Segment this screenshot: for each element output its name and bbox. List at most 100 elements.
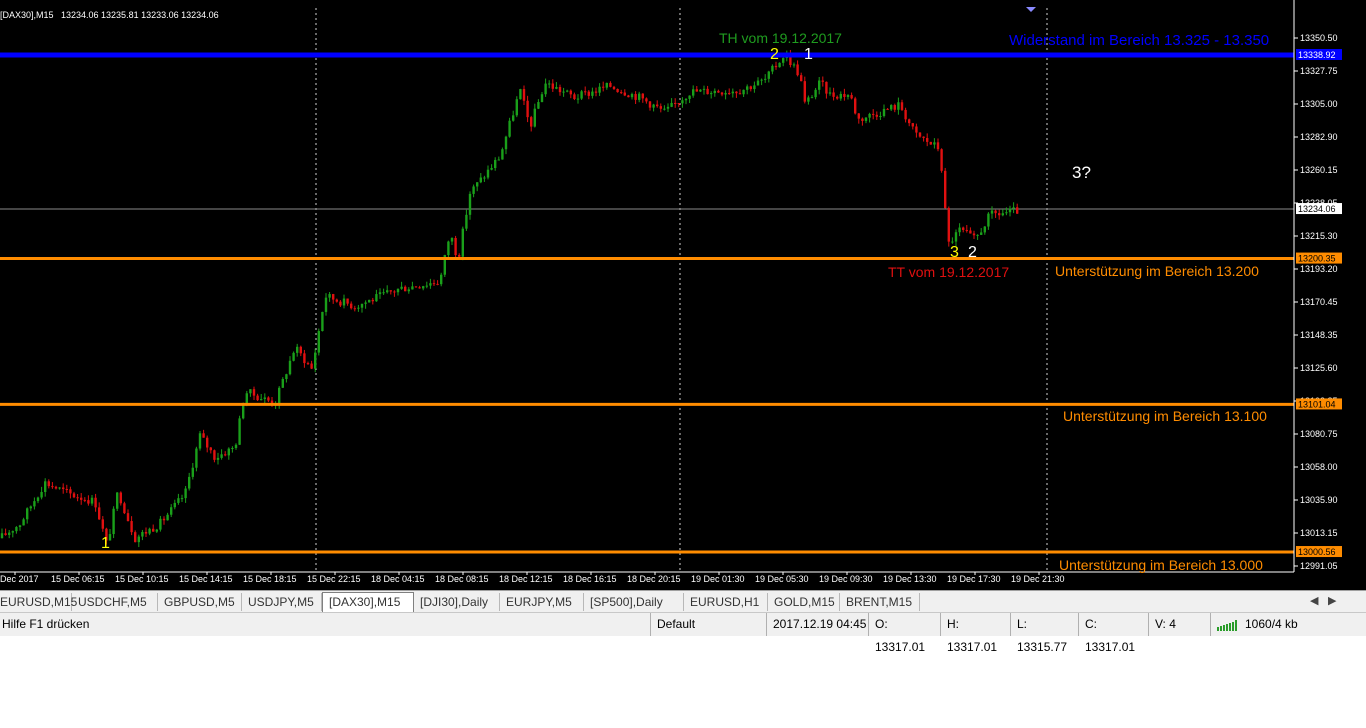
candle-body — [688, 95, 691, 99]
candle-body — [749, 86, 752, 90]
candle-body — [774, 65, 778, 68]
candle-body — [656, 104, 659, 107]
candle-body — [911, 123, 914, 127]
candle-body — [166, 514, 169, 521]
chart-tab[interactable]: BRENT,M15 — [840, 593, 920, 611]
candle-body — [677, 103, 680, 105]
candle-body — [422, 286, 425, 289]
price-tick-label: 13305.00 — [1300, 99, 1338, 109]
support-13100-annotation: Unterstützung im Bereich 13.100 — [1063, 408, 1267, 424]
chart-tab[interactable]: USDJPY,M5 — [242, 593, 322, 611]
candle-body — [400, 286, 403, 289]
candle-body — [360, 303, 364, 308]
tab-scroll-right-icon[interactable]: ▶ — [1328, 594, 1336, 607]
candle-body — [152, 528, 155, 532]
candle-body — [627, 95, 630, 98]
chart-tab[interactable]: GBPUSD,M5 — [158, 593, 242, 611]
tab-scroll-left-icon[interactable]: ◀ — [1310, 594, 1318, 607]
chart-tab[interactable]: EURUSD,H1 — [684, 593, 768, 611]
candle-body — [393, 291, 396, 293]
status-traffic[interactable]: 1060/4 kb — [1210, 613, 1366, 636]
status-datetime: 2017.12.19 04:45 — [766, 613, 868, 636]
chart-tab[interactable]: GOLD,M15 — [768, 593, 840, 611]
wave-label-top-2: 2 — [770, 46, 779, 63]
candle-body — [573, 94, 576, 100]
candle-body — [198, 433, 202, 449]
candle-body — [191, 467, 194, 477]
candle-body — [803, 81, 806, 102]
candle-body — [659, 106, 662, 109]
chart-tab-bar: EURUSD,M15 USDCHF,M5 GBPUSD,M5 USDJPY,M5 [DA… — [0, 590, 1366, 612]
candle-body — [267, 397, 270, 401]
wave-label-low-1: 1 — [101, 535, 110, 552]
chart-tab[interactable]: [SP500],Daily — [584, 593, 684, 611]
candle-body — [15, 527, 18, 532]
candle-body — [540, 94, 544, 103]
candle-body — [954, 232, 958, 242]
candle-body — [890, 105, 893, 110]
chart-tab[interactable]: [DAX30],M15 — [322, 592, 414, 612]
status-profile[interactable]: Default — [650, 613, 766, 636]
candle-body — [224, 454, 227, 456]
candle-body — [447, 241, 450, 256]
candle-body — [670, 102, 673, 107]
candle-body — [126, 513, 130, 522]
chart-canvas[interactable]: 13350.50 13327.75 13305.00 13282.90 13260.15… — [0, 0, 1366, 590]
candle-body — [861, 118, 864, 121]
candle-body — [328, 294, 331, 298]
candle-body — [256, 395, 259, 401]
chart-tab[interactable]: USDCHF,M5 — [72, 593, 158, 611]
th-annotation: TH vom 19.12.2017 — [719, 30, 842, 46]
chart-tab[interactable]: [DJI30],Daily — [414, 593, 500, 611]
candle-body — [663, 108, 666, 110]
price-tick-label: 13282.90 — [1300, 132, 1338, 142]
candle-body — [821, 80, 824, 82]
price-chart[interactable]: 13350.50 13327.75 13305.00 13282.90 13260.15… — [0, 0, 1366, 590]
candle-body — [87, 500, 90, 504]
candle-body — [526, 100, 529, 118]
time-tick-label: 19 Dec 01:30 — [691, 574, 745, 584]
candle-body — [144, 531, 148, 534]
candle-body — [965, 229, 968, 231]
candle-body — [242, 404, 245, 419]
candle-body — [839, 93, 842, 99]
candle-body — [512, 115, 515, 121]
candle-body — [530, 117, 533, 127]
candle-body — [900, 102, 904, 110]
candle-body — [339, 301, 342, 306]
candle-body — [375, 294, 378, 302]
candle-body — [623, 92, 626, 96]
candle-body — [83, 499, 86, 501]
candle-body — [454, 237, 457, 256]
candle-body — [872, 113, 875, 115]
chart-tab[interactable]: EURJPY,M5 — [500, 593, 584, 611]
time-tick-label: 18 Dec 12:15 — [499, 574, 553, 584]
candle-body — [22, 519, 25, 526]
candle-body — [947, 208, 950, 242]
candle-body — [44, 481, 47, 492]
resistance-level-label: 13338.92 — [1298, 50, 1336, 60]
candle-body — [908, 119, 911, 124]
candle-body — [281, 379, 284, 388]
candle-body — [389, 290, 392, 292]
candle-body — [458, 255, 461, 257]
candle-body — [537, 102, 540, 109]
candle-body — [879, 116, 882, 118]
candle-body — [936, 142, 940, 150]
candle-body — [666, 106, 670, 109]
candle-body — [713, 90, 716, 94]
candle-body — [1005, 212, 1008, 214]
candle-body — [310, 363, 313, 369]
price-tick-label: 13260.15 — [1300, 165, 1338, 175]
time-tick-label: 19 Dec 21:30 — [1011, 574, 1065, 584]
candle-body — [994, 210, 997, 214]
candle-body — [162, 518, 166, 521]
candle-body — [717, 90, 720, 93]
price-tick-label: 13013.15 — [1300, 528, 1338, 538]
chart-tab[interactable]: EURUSD,M15 — [0, 593, 77, 611]
candle-body — [141, 531, 144, 537]
candle-body — [598, 86, 601, 93]
candle-body — [584, 91, 587, 93]
candle-body — [674, 102, 677, 104]
candle-body — [238, 418, 241, 445]
